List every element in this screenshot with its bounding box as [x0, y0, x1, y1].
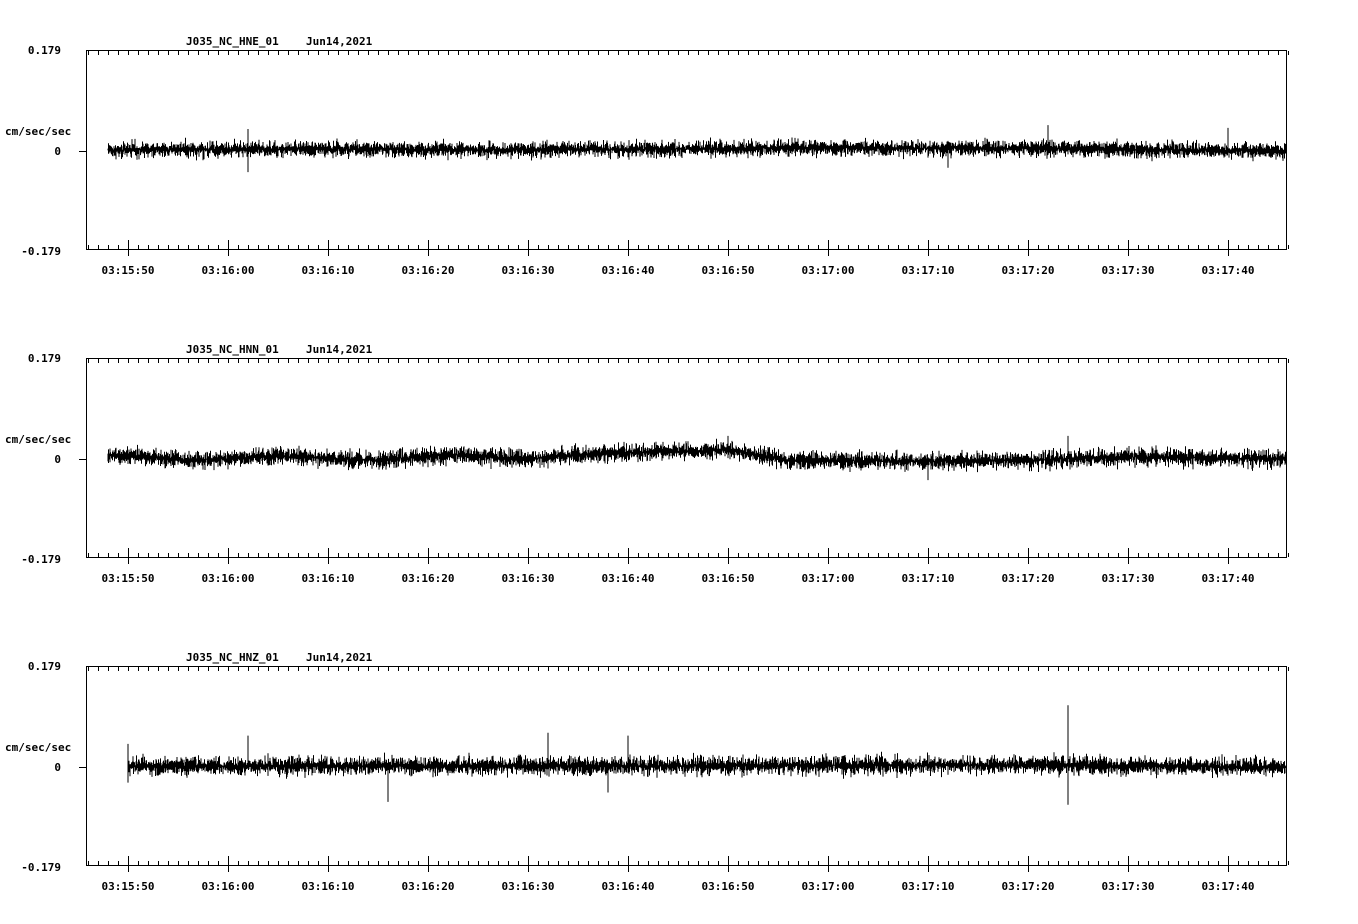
x-tick-label: 03:15:50	[102, 880, 155, 893]
y-max-label: 0.179	[28, 660, 61, 673]
y-min-label: -0.179	[21, 553, 61, 566]
x-tick-label: 03:16:40	[602, 880, 655, 893]
x-tick-label: 03:16:00	[202, 264, 255, 277]
x-axis-tick-labels: 03:15:50 03:16:00 03:16:10 03:16:20 03:16:30…	[102, 865, 1255, 893]
panel-hnz: J035_NC_HNZ_01 Jun14,2021 0.179 0 -0.179…	[5, 651, 1289, 893]
x-tick-label: 03:15:50	[102, 572, 155, 585]
x-tick-label: 03:17:20	[1002, 572, 1055, 585]
x-tick-label: 03:16:10	[302, 572, 355, 585]
x-tick-label: 03:17:10	[902, 264, 955, 277]
y-min-label: -0.179	[21, 245, 61, 258]
x-axis-tick-labels: 03:15:50 03:16:00 03:16:10 03:16:20 03:16:30…	[102, 249, 1255, 277]
x-tick-label: 03:16:40	[602, 572, 655, 585]
x-tick-label: 03:16:20	[402, 880, 455, 893]
x-tick-label: 03:17:00	[802, 572, 855, 585]
y-axis-unit-label: cm/sec/sec	[5, 433, 71, 446]
panel-date-label: Jun14,2021	[306, 651, 373, 664]
x-tick-label: 03:16:50	[702, 264, 755, 277]
x-tick-label: 03:17:20	[1002, 264, 1055, 277]
waveform-trace	[127, 705, 1286, 805]
y-min-label: -0.179	[21, 861, 61, 874]
y-axis-unit-label: cm/sec/sec	[5, 741, 71, 754]
panel-date-label: Jun14,2021	[306, 35, 373, 48]
x-tick-label: 03:17:20	[1002, 880, 1055, 893]
x-tick-label: 03:16:10	[302, 880, 355, 893]
x-tick-label: 03:16:20	[402, 264, 455, 277]
x-tick-label: 03:17:30	[1102, 880, 1155, 893]
x-tick-label: 03:15:50	[102, 264, 155, 277]
x-tick-label: 03:17:10	[902, 880, 955, 893]
x-tick-label: 03:16:50	[702, 572, 755, 585]
x-tick-label: 03:17:40	[1202, 572, 1255, 585]
x-tick-label: 03:17:00	[802, 264, 855, 277]
x-tick-label: 03:17:30	[1102, 572, 1155, 585]
x-tick-label: 03:17:40	[1202, 880, 1255, 893]
x-tick-label: 03:17:10	[902, 572, 955, 585]
x-axis-tick-labels: 03:15:50 03:16:00 03:16:10 03:16:20 03:16:30…	[102, 557, 1255, 585]
x-tick-label: 03:16:30	[502, 264, 555, 277]
panel-station-label: J035_NC_HNE_01	[186, 35, 279, 48]
panel-hne: J035_NC_HNE_01 Jun14,2021 0.179 0 -0.179…	[5, 35, 1289, 277]
y-axis-unit-label: cm/sec/sec	[5, 125, 71, 138]
panel-hnn: J035_NC_HNN_01 Jun14,2021 0.179 0 -0.179…	[5, 343, 1289, 585]
x-tick-label: 03:17:30	[1102, 264, 1155, 277]
y-zero-label: 0	[54, 145, 61, 158]
panel-station-label: J035_NC_HNN_01	[186, 343, 279, 356]
x-tick-label: 03:16:00	[202, 572, 255, 585]
x-tick-label: 03:16:40	[602, 264, 655, 277]
x-tick-label: 03:17:40	[1202, 264, 1255, 277]
seismogram-figure: J035_NC_HNE_01 Jun14,2021 0.179 0 -0.179…	[5, 35, 1289, 893]
x-tick-label: 03:16:30	[502, 572, 555, 585]
x-tick-label: 03:16:50	[702, 880, 755, 893]
x-tick-label: 03:16:10	[302, 264, 355, 277]
waveform-trace	[107, 435, 1286, 481]
y-zero-label: 0	[54, 453, 61, 466]
y-max-label: 0.179	[28, 44, 61, 57]
panel-station-label: J035_NC_HNZ_01	[186, 651, 279, 664]
panel-date-label: Jun14,2021	[306, 343, 373, 356]
x-tick-label: 03:17:00	[802, 880, 855, 893]
x-tick-label: 03:16:00	[202, 880, 255, 893]
x-tick-label: 03:16:30	[502, 880, 555, 893]
y-zero-label: 0	[54, 761, 61, 774]
y-max-label: 0.179	[28, 352, 61, 365]
x-tick-label: 03:16:20	[402, 572, 455, 585]
waveform-trace	[107, 125, 1286, 173]
